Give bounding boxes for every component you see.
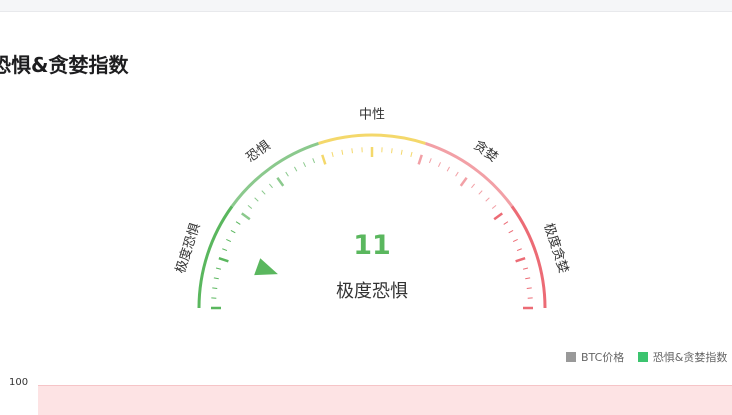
gauge-major-tick xyxy=(494,213,502,219)
legend-item-btc[interactable]: BTC价格 xyxy=(566,349,624,365)
gauge-major-tick xyxy=(322,155,325,165)
gauge-minor-tick xyxy=(294,167,296,171)
gauge-pointer xyxy=(254,258,278,275)
gauge-minor-tick xyxy=(255,198,259,201)
gauge-minor-tick xyxy=(214,278,219,279)
gauge-arc-zone-4 xyxy=(512,206,545,308)
gauge-minor-tick xyxy=(222,249,227,251)
gauge-minor-tick xyxy=(236,222,240,225)
gauge-minor-tick xyxy=(411,152,412,157)
gauge-minor-tick xyxy=(212,288,217,289)
gauge-major-tick xyxy=(242,213,250,219)
legend-swatch-btc xyxy=(566,352,576,362)
gauge-minor-tick xyxy=(447,167,449,171)
chart-plot-area xyxy=(38,385,732,415)
gauge-minor-tick xyxy=(269,184,272,188)
legend: BTC价格 恐惧&贪婪指数 xyxy=(566,349,732,365)
gauge-minor-tick xyxy=(504,222,508,225)
gauge-minor-tick xyxy=(342,150,343,155)
gauge-minor-tick xyxy=(517,249,522,251)
gauge-minor-tick xyxy=(486,198,490,201)
gauge-minor-tick xyxy=(248,205,252,208)
gauge-value: 11 xyxy=(353,230,391,261)
fear-greed-gauge: 极度恐惧 恐惧 中性贪婪极度贪婪 11 极度恐惧 xyxy=(0,0,732,340)
gauge-minor-tick xyxy=(438,162,440,167)
legend-item-index[interactable]: 恐惧&贪婪指数 xyxy=(638,349,728,365)
gauge-arc-zone-0 xyxy=(199,206,232,308)
gauge-major-tick xyxy=(419,155,422,165)
gauge-minor-tick xyxy=(352,148,353,153)
gauge-major-tick xyxy=(219,258,229,261)
gauge-minor-tick xyxy=(456,172,459,176)
gauge-minor-tick xyxy=(527,288,532,289)
legend-swatch-index xyxy=(638,352,648,362)
gauge-minor-tick xyxy=(216,268,221,269)
gauge-major-tick xyxy=(516,258,526,261)
gauge-minor-tick xyxy=(492,205,496,208)
gauge-arc-zone-2 xyxy=(319,135,426,143)
gauge-major-tick xyxy=(461,178,467,186)
gauge-minor-tick xyxy=(226,239,231,241)
gauge-minor-tick xyxy=(513,239,518,241)
gauge-minor-tick xyxy=(392,148,393,153)
gauge-label-2: 中性 xyxy=(359,108,385,123)
gauge-label-3: 贪婪 xyxy=(471,138,501,165)
gauge-major-tick xyxy=(277,178,283,186)
gauge-label-1: 恐惧 xyxy=(243,137,273,165)
gauge-minor-tick xyxy=(313,158,315,163)
gauge-minor-tick xyxy=(262,191,265,195)
gauge-minor-tick xyxy=(525,278,530,279)
gauge-minor-tick xyxy=(332,152,333,157)
gauge-minor-tick xyxy=(401,150,402,155)
gauge-minor-tick xyxy=(479,191,482,195)
y-axis-tick-top: 100 xyxy=(9,377,28,388)
gauge-minor-tick xyxy=(523,268,528,269)
gauge-label-4: 极度贪婪 xyxy=(540,221,571,275)
gauge-minor-tick xyxy=(509,230,513,232)
gauge-status: 极度恐惧 xyxy=(336,281,408,302)
gauge-minor-tick xyxy=(286,172,289,176)
gauge-minor-tick xyxy=(429,158,431,163)
gauge-label-0: 极度恐惧 xyxy=(172,221,203,275)
gauge-minor-tick xyxy=(231,230,235,232)
gauge-minor-tick xyxy=(303,162,305,167)
gauge-minor-tick xyxy=(471,184,474,188)
